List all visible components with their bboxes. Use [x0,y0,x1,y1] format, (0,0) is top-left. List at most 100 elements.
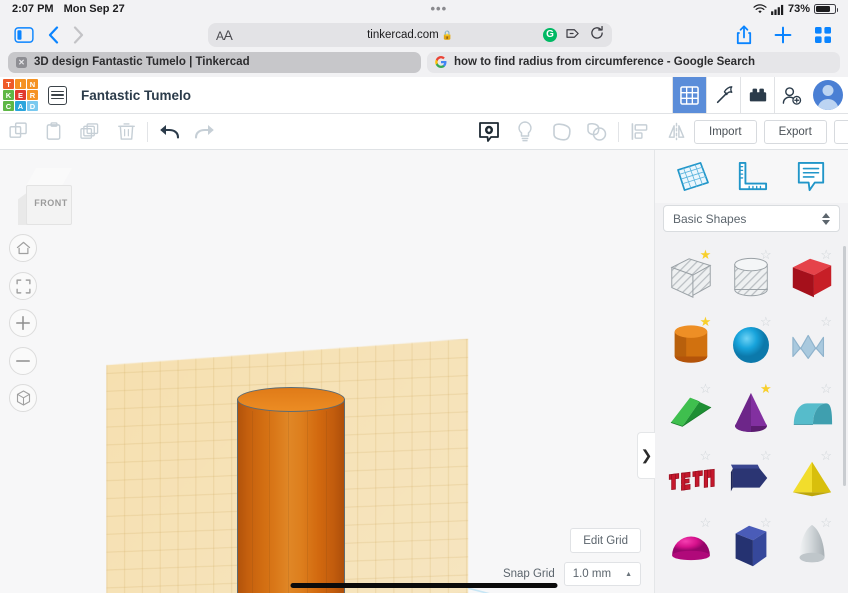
note-tab[interactable] [789,157,833,197]
favorite-star-icon[interactable]: ★ [700,315,712,328]
duplicate-button[interactable] [72,114,108,150]
redo-button[interactable] [187,114,223,150]
perspective-toggle-button[interactable] [9,384,37,412]
import-button[interactable]: Import [694,120,757,144]
shape-polygon-house[interactable]: ☆ [721,445,781,512]
delete-button[interactable] [108,114,144,150]
view-cube-top-face[interactable] [26,168,72,186]
invite-people-button[interactable] [774,77,808,113]
shapes-grid-wrap: ❯ ★ ☆ ☆ ★ ☆ ☆ ☆ ★ ☆ ☆ ☆ ☆ ☆ ☆ ☆ [655,240,848,593]
cylinder-top-face [237,387,345,412]
grid-view-button[interactable] [672,77,706,113]
send-to-button[interactable]: Send To [834,120,848,144]
view-cube-label: FRONT [32,198,70,208]
shape-box-hole[interactable]: ★ [661,244,721,311]
group-button[interactable] [579,114,615,150]
logo-tile-t: T [3,79,14,89]
shape-hexagon-prism[interactable]: ☆ [721,512,781,579]
shape-pyramid[interactable]: ☆ [782,445,842,512]
shape-cylinder-hole[interactable]: ☆ [721,244,781,311]
shapes-panel-tabs [655,150,848,203]
battery-percent: 73% [788,3,810,15]
zoom-out-button[interactable] [9,347,37,375]
favorite-star-icon[interactable]: ☆ [820,248,832,261]
share-icon[interactable] [736,25,752,45]
new-tab-plus-icon[interactable] [774,26,792,44]
back-chevron-icon[interactable] [48,26,59,44]
home-indicator [291,583,558,588]
status-center-dots: ••• [125,5,753,13]
light-button[interactable] [507,114,543,150]
paste-button[interactable] [36,114,72,150]
edit-grid-button[interactable]: Edit Grid [570,528,641,553]
project-list-icon[interactable] [48,86,67,105]
logo-tile-k: K [3,90,14,100]
shape-button[interactable] [543,114,579,150]
tinkercad-logo[interactable]: TIN KER CAD [3,79,38,111]
user-avatar[interactable] [808,77,848,113]
solid-button[interactable] [471,114,507,150]
sidebar-toggle-icon[interactable] [14,27,34,43]
home-view-button[interactable] [9,234,37,262]
favorite-star-icon[interactable]: ☆ [700,516,712,529]
shape-box[interactable]: ☆ [782,244,842,311]
zoom-in-button[interactable] [9,309,37,337]
grammarly-extension-icon[interactable]: G [543,28,557,42]
panel-scrollbar[interactable] [843,246,846,486]
workplane-tab[interactable] [671,157,715,197]
3d-viewport[interactable]: FRONT Workplane [0,150,654,593]
shape-scribble[interactable]: ☆ [782,311,842,378]
project-name[interactable]: Fantastic Tumelo [81,88,191,103]
favorite-star-icon[interactable]: ☆ [820,315,832,328]
favorite-star-icon[interactable]: ☆ [820,516,832,529]
favorite-star-icon[interactable]: ☆ [700,449,712,462]
safari-right-buttons [736,25,838,45]
favorite-star-icon[interactable]: ☆ [820,449,832,462]
favorite-star-icon[interactable]: ★ [700,248,712,261]
shape-cylinder[interactable]: ★ [661,311,721,378]
ruler-tab[interactable] [730,157,774,197]
favorite-star-icon[interactable]: ☆ [760,248,772,261]
favorite-star-icon[interactable]: ☆ [760,516,772,529]
tab-google-search[interactable]: how to find radius from circumference - … [427,52,840,73]
tab-tinkercad[interactable]: ✕ 3D design Fantastic Tumelo | Tinkercad [8,52,421,73]
shape-sphere[interactable]: ☆ [721,311,781,378]
align-button[interactable] [622,114,658,150]
undo-button[interactable] [151,114,187,150]
shape-text[interactable]: ☆ [661,445,721,512]
snap-grid-select[interactable]: 1.0 mm ▲ [564,562,641,586]
favorite-star-icon[interactable]: ☆ [700,382,712,395]
address-bar[interactable]: AA tinkercad.com 🔒 G [208,23,612,47]
shape-category-select[interactable]: Basic Shapes [663,205,840,232]
tinkercad-toolbar: Import Export Send To [0,114,848,150]
mirror-button[interactable] [658,114,694,150]
favorite-star-icon[interactable]: ☆ [760,315,772,328]
shapes-grid: ★ ☆ ☆ ★ ☆ ☆ ☆ ★ ☆ ☆ ☆ ☆ ☆ ☆ ☆ [655,240,848,593]
fit-to-view-button[interactable] [9,272,37,300]
copy-button[interactable] [0,114,36,150]
stepper-arrows-icon [822,213,830,225]
shape-paraboloid[interactable]: ☆ [782,512,842,579]
panel-collapse-chevron-icon[interactable]: ❯ [637,432,655,479]
shape-roof[interactable]: ☆ [661,378,721,445]
toolbar-divider [618,122,619,142]
shape-cone[interactable]: ★ [721,378,781,445]
tools-button[interactable] [706,77,740,113]
favorite-star-icon[interactable]: ☆ [760,449,772,462]
blocks-button[interactable] [740,77,774,113]
reader-view-icon[interactable] [566,27,581,43]
reload-icon[interactable] [590,26,604,43]
close-tab-icon[interactable]: ✕ [16,57,27,68]
orange-cylinder[interactable] [237,387,345,593]
favorite-star-icon[interactable]: ☆ [820,382,832,395]
view-cube[interactable]: FRONT [18,168,80,226]
text-size-button[interactable]: AA [216,27,232,43]
safari-tab-bar: ✕ 3D design Fantastic Tumelo | Tinkercad… [0,51,848,77]
favorite-star-icon[interactable]: ★ [760,382,772,395]
export-button[interactable]: Export [764,120,827,144]
status-right: 73% [753,3,836,15]
shape-round-roof[interactable]: ☆ [782,378,842,445]
shape-tools-group [471,114,694,150]
shape-half-sphere[interactable]: ☆ [661,512,721,579]
show-all-tabs-icon[interactable] [814,26,832,44]
